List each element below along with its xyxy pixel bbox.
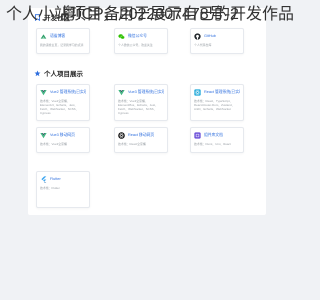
card-desc: 技术栈：Dumi、Umi、React xyxy=(194,142,231,146)
card-desc: 技术栈：React、TypeScript、React-Router-Dom、Zu… xyxy=(194,99,235,111)
github-icon xyxy=(194,33,201,40)
vue-icon xyxy=(118,90,125,96)
card-desc: 技术栈：Flutter xyxy=(40,186,60,190)
react-icon xyxy=(194,89,201,96)
card-desc: 技术栈：Vue3全家桶 xyxy=(40,142,67,146)
star-icon xyxy=(34,70,41,76)
card-title: GitHub xyxy=(204,34,216,38)
flutter-icon xyxy=(41,176,47,183)
card-title: 语雀博客 xyxy=(50,34,66,38)
vue-icon xyxy=(40,133,47,139)
yuque-icon xyxy=(40,34,47,39)
wechat-icon xyxy=(118,34,125,40)
card-title: 微信公众号 xyxy=(128,34,147,38)
card-github[interactable]: GitHub 个人代码仓库 xyxy=(190,28,244,54)
card-title: React 管理系统(已实现CI/CD) xyxy=(204,90,240,94)
card-title: Vue3 移动网页 xyxy=(50,133,75,137)
card-component-docs[interactable]: 组件库文档 技术栈：Dumi、Umi、React xyxy=(190,127,244,153)
card-wechat[interactable]: 微信公众号 个人微信公众号，欢迎关注 xyxy=(114,28,168,54)
section-title-projects-label: 个人项目展示 xyxy=(44,71,83,78)
footer-icp-link[interactable]: 粤ICP备2022007478号-2 xyxy=(0,0,300,24)
card-flutter[interactable]: Flutter 技术栈：Flutter xyxy=(36,171,90,208)
card-react-mobile[interactable]: React 移动网页 技术栈：React全家桶 xyxy=(114,127,168,153)
card-yuque[interactable]: 语雀博客 我的语雀主页，记录我学习的点滴 xyxy=(36,28,90,54)
card-desc: 技术栈：Vue2全家桶、ElementUI、Echarts、Jest、Fetch… xyxy=(40,99,79,115)
card-desc: 我的语雀主页，记录我学习的点滴 xyxy=(40,43,84,47)
card-title: React 移动网页 xyxy=(128,133,155,137)
card-desc: 个人微信公众号，欢迎关注 xyxy=(118,43,153,47)
card-title: 组件库文档 xyxy=(204,133,223,137)
card-title: Flutter xyxy=(50,177,61,181)
card-desc: 技术栈：Vue3全家桶、ElementPlus、Echarts、Jest、Fet… xyxy=(118,99,159,115)
card-react-admin[interactable]: React 管理系统(已实现CI/CD) 技术栈：React、TypeScrip… xyxy=(190,84,244,121)
component-lib-icon xyxy=(194,132,201,139)
card-vue2-admin[interactable]: Vue2 管理系统(已实现CI/CD) 技术栈：Vue2全家桶、ElementU… xyxy=(36,84,90,121)
card-desc: 个人代码仓库 xyxy=(194,43,212,47)
card-vue3-mobile[interactable]: Vue3 移动网页 技术栈：Vue3全家桶 xyxy=(36,127,90,153)
card-title: Vue3 管理系统(已实现CI/CD) xyxy=(128,90,164,94)
card-title: Vue2 管理系统(已实现CI/CD) xyxy=(50,90,86,94)
react-icon xyxy=(118,132,125,139)
card-desc: 技术栈：React全家桶 xyxy=(118,142,146,146)
vue-icon xyxy=(40,90,47,96)
section-title-projects: 个人项目展示 xyxy=(34,68,83,78)
card-vue3-admin[interactable]: Vue3 管理系统(已实现CI/CD) 技术栈：Vue3全家桶、ElementP… xyxy=(114,84,168,121)
